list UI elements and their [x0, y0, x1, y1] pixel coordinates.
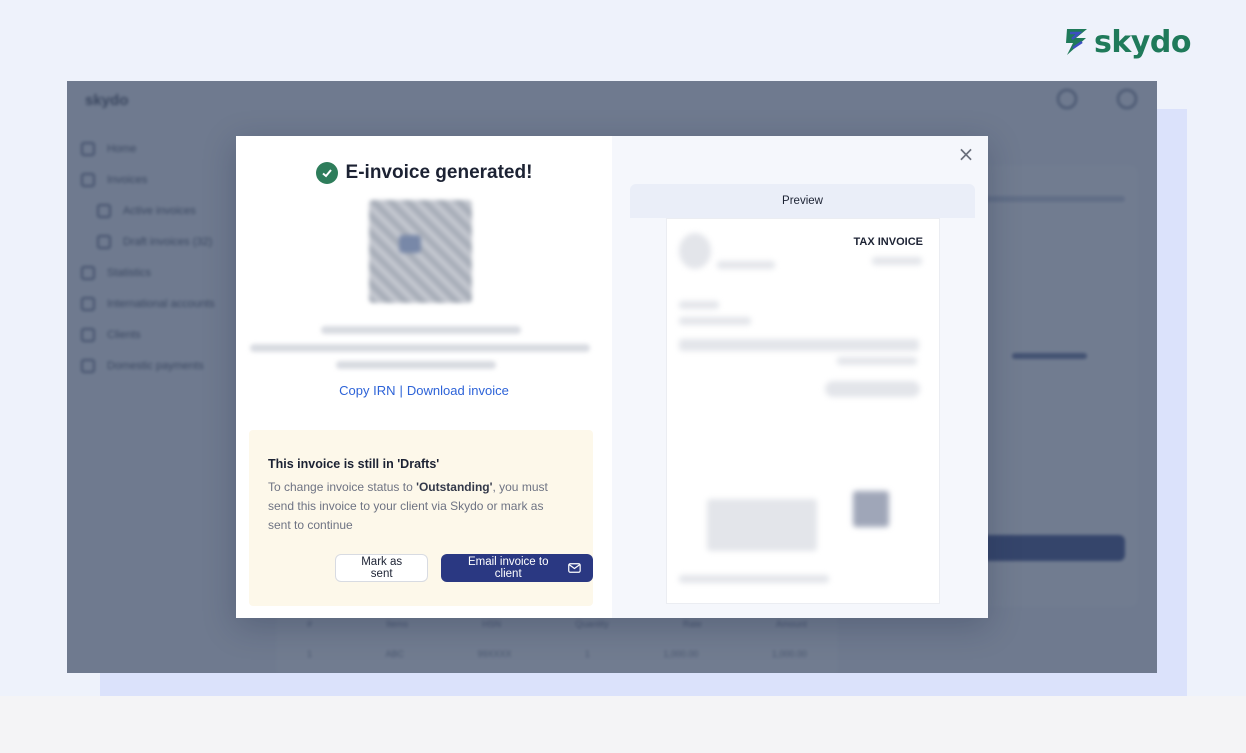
- e-invoice-modal: E-invoice generated! Copy IRN | Download…: [236, 136, 988, 618]
- modal-title: E-invoice generated!: [345, 162, 533, 183]
- company-logo: [679, 233, 711, 269]
- billto-line: [679, 301, 719, 309]
- preview-tab: Preview: [630, 184, 975, 218]
- invoice-meta-line: [872, 257, 922, 265]
- draft-notice: This invoice is still in 'Drafts' To cha…: [249, 430, 593, 606]
- envelope-icon: [568, 563, 581, 573]
- invoice-number-line: [321, 326, 521, 334]
- mark-as-sent-button[interactable]: Mark as sent: [335, 554, 429, 582]
- preview-qr: [853, 491, 889, 527]
- draft-status-word: 'Outstanding': [416, 480, 493, 494]
- skydo-logo-icon: [1066, 29, 1087, 55]
- tax-invoice-heading: TAX INVOICE: [853, 236, 923, 248]
- draft-notice-title: This invoice is still in 'Drafts': [268, 457, 440, 471]
- invoice-preview-document: TAX INVOICE: [666, 218, 940, 604]
- modal-title-row: E-invoice generated!: [236, 162, 612, 184]
- draft-text-before: To change invoice status to: [268, 480, 417, 494]
- copy-irn-link[interactable]: Copy IRN: [339, 383, 395, 398]
- link-separator: |: [399, 383, 403, 398]
- subtotal-line: [837, 357, 917, 365]
- check-circle-icon: [315, 162, 338, 184]
- modal-left-panel: E-invoice generated! Copy IRN | Download…: [236, 136, 612, 618]
- total-pill: [825, 381, 920, 397]
- company-line: [717, 261, 775, 269]
- items-header-line: [679, 339, 919, 351]
- draft-notice-text: To change invoice status to 'Outstanding…: [268, 478, 568, 535]
- close-icon[interactable]: ×: [956, 142, 976, 166]
- billto-line-2: [679, 317, 751, 325]
- brand-logo: skydo: [1064, 24, 1191, 60]
- signature-area: [707, 499, 817, 551]
- draft-actions: Mark as sent Email invoice to client: [335, 554, 593, 582]
- invoice-links: Copy IRN | Download invoice: [236, 383, 612, 398]
- preview-panel: × Preview TAX INVOICE: [612, 136, 988, 618]
- download-invoice-link[interactable]: Download invoice: [407, 383, 509, 398]
- bottom-backdrop: [0, 696, 1246, 753]
- brand-logo-text: skydo: [1094, 24, 1191, 60]
- irn-line: [250, 344, 590, 352]
- qr-code: [369, 200, 472, 303]
- email-invoice-label: Email invoice to client: [467, 556, 549, 580]
- irn-line-2: [336, 361, 496, 369]
- email-invoice-button[interactable]: Email invoice to client: [441, 554, 593, 582]
- footer-line: [679, 575, 829, 583]
